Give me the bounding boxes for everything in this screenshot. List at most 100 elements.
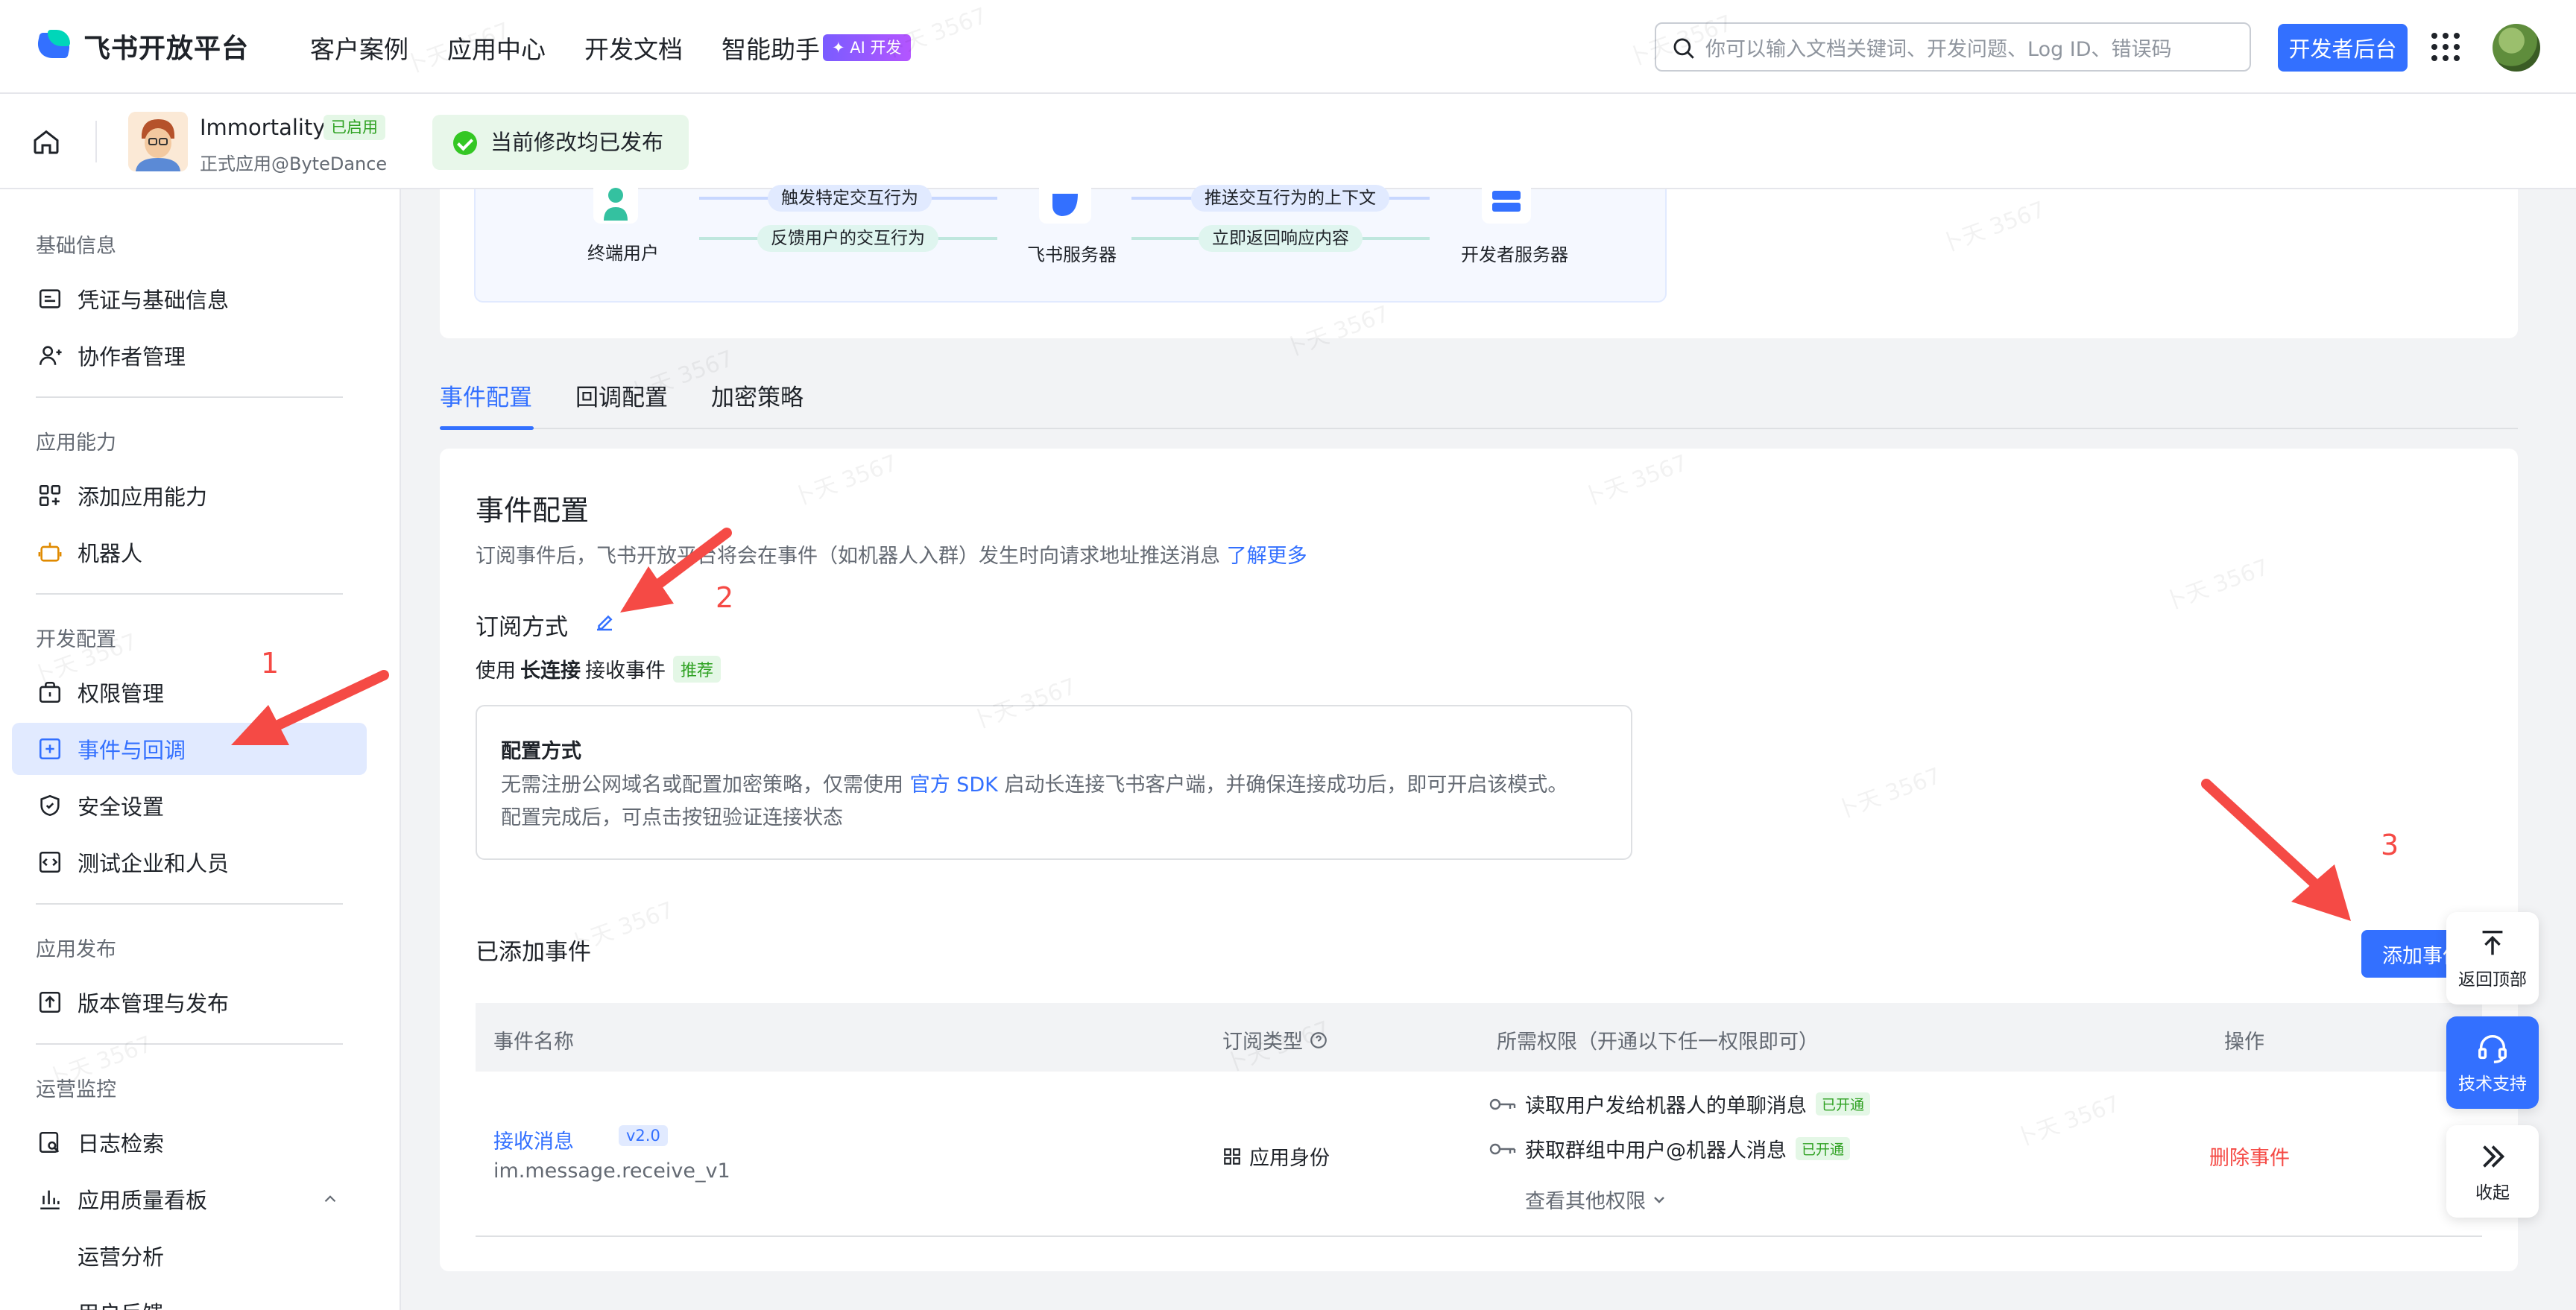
- sidebar-item-log-search[interactable]: 日志检索: [12, 1116, 367, 1168]
- tab-encryption[interactable]: 加密策略: [711, 379, 804, 412]
- logo-text: 飞书开放平台: [83, 34, 250, 64]
- help-icon[interactable]: [1309, 1031, 1328, 1050]
- feishu-open-platform-logo[interactable]: 飞书开放平台: [37, 27, 249, 66]
- nav-dev-docs[interactable]: 开发文档: [584, 30, 683, 66]
- sidebar-item-collaborators[interactable]: 协作者管理: [12, 329, 367, 382]
- sidebar-item-label: 机器人: [78, 541, 143, 566]
- view-more-label: 查看其他权限: [1525, 1190, 1646, 1213]
- interaction-flow-diagram: 触发特定交互行为 反馈用户的交互行为 推送交互行为的上下文 立即返回响应内容 终…: [474, 185, 1667, 303]
- permission-status-badge: 已开通: [1796, 1137, 1851, 1160]
- sidebar-item-label: 测试企业和人员: [78, 851, 230, 876]
- back-to-top-button[interactable]: 返回顶部: [2446, 912, 2539, 1004]
- feishu-server-icon: [1039, 186, 1091, 224]
- robot-icon: [38, 542, 62, 562]
- sidebar-group-basic-info: 基础信息: [36, 235, 116, 258]
- event-config-card: 事件配置 订阅事件后，飞书开放平台将会在事件（如机器人入群）发生时向请求地址推送…: [440, 449, 2518, 1271]
- flow-pill-return: 立即返回响应内容: [1199, 225, 1363, 252]
- tab-callback-config[interactable]: 回调配置: [575, 379, 668, 412]
- divider: [36, 903, 343, 905]
- sidebar-item-user-feedback[interactable]: 用户反馈: [12, 1286, 367, 1310]
- added-events-title: 已添加事件: [476, 939, 591, 966]
- test-icon: [39, 851, 61, 873]
- user-avatar[interactable]: [2493, 24, 2540, 72]
- float-button-label: 技术支持: [2458, 1075, 2527, 1094]
- sidebar-item-security[interactable]: 安全设置: [12, 779, 367, 832]
- key-icon: [1489, 1098, 1516, 1110]
- search-input[interactable]: 你可以输入文档关键词、开发问题、Log ID、错误码: [1655, 22, 2251, 72]
- check-circle-icon: [453, 131, 477, 155]
- key-icon: [1489, 1143, 1516, 1154]
- sidebar-item-permissions[interactable]: 权限管理: [12, 666, 367, 718]
- use-prefix: 使用: [476, 659, 516, 683]
- active-tab-indicator: [440, 426, 534, 430]
- top-navigation: 飞书开放平台 客户案例 应用中心 开发文档 智能助手 ✦ AI 开发 你可以输入…: [0, 0, 2576, 94]
- long-connection-label: 长连接: [520, 659, 581, 683]
- headset-icon: [2478, 1035, 2507, 1063]
- sidebar-item-quality-board[interactable]: 应用质量看板: [12, 1173, 367, 1225]
- sidebar-item-label: 安全设置: [78, 794, 165, 820]
- annotation-number-1: 1: [261, 647, 280, 680]
- view-more-permissions[interactable]: 查看其他权限: [1525, 1185, 1668, 1214]
- feishu-server-label: 飞书服务器: [1027, 244, 1117, 265]
- sidebar-item-events-callbacks[interactable]: 事件与回调: [12, 723, 367, 775]
- tab-event-config[interactable]: 事件配置: [440, 379, 532, 412]
- apps-add-icon: [39, 484, 61, 507]
- version-badge: v2.0: [619, 1125, 668, 1146]
- sidebar-item-label: 权限管理: [78, 681, 165, 706]
- permission-item: 读取用户发给机器人的单聊消息 已开通: [1489, 1089, 1871, 1118]
- collapse-button[interactable]: 收起: [2446, 1125, 2539, 1218]
- sidebar-item-label: 协作者管理: [78, 344, 186, 370]
- flow-pill-push: 推送交互行为的上下文: [1191, 185, 1389, 212]
- sidebar-item-label: 版本管理与发布: [78, 991, 230, 1016]
- config-text-part: 配置完成后，可点击按钮验证连接状态: [501, 806, 843, 829]
- learn-more-link[interactable]: 了解更多: [1227, 545, 1307, 568]
- event-key: im.message.receive_v1: [493, 1159, 730, 1183]
- event-name-link[interactable]: 接收消息: [493, 1125, 574, 1154]
- config-text-part: 启动长连接飞书客户端，并确保连接成功后，即可开启该模式。: [1004, 773, 1568, 797]
- sidebar-item-version-release[interactable]: 版本管理与发布: [12, 976, 367, 1028]
- column-header-sub-type: 订阅类型: [1222, 1025, 1328, 1054]
- subscription-type-label: 应用身份: [1249, 1147, 1330, 1170]
- edit-icon[interactable]: [593, 611, 616, 633]
- sidebar-item-label: 凭证与基础信息: [78, 288, 230, 313]
- official-sdk-link[interactable]: 官方 SDK: [910, 773, 998, 797]
- table-row: 接收消息 v2.0 im.message.receive_v1 应用身份 读取用…: [476, 1072, 2482, 1237]
- description-text: 订阅事件后，飞书开放平台将会在事件（如机器人入群）发生时向请求地址推送消息: [476, 545, 1220, 568]
- sidebar-item-robot[interactable]: 机器人: [12, 526, 367, 578]
- nav-customer-cases[interactable]: 客户案例: [310, 30, 408, 66]
- sidebar-item-test-tenants[interactable]: 测试企业和人员: [12, 836, 367, 888]
- tech-support-button[interactable]: 技术支持: [2446, 1016, 2539, 1109]
- home-icon[interactable]: [31, 127, 61, 156]
- sidebar-item-credentials[interactable]: 凭证与基础信息: [12, 273, 367, 325]
- permission-icon: [39, 681, 61, 703]
- sidebar-group-app-capabilities: 应用能力: [36, 431, 116, 455]
- permission-item: 获取群组中用户@机器人消息 已开通: [1489, 1134, 1851, 1163]
- sidebar-item-add-capability[interactable]: 添加应用能力: [12, 469, 367, 522]
- sidebar-item-ops-analysis[interactable]: 运营分析: [12, 1230, 367, 1282]
- app-avatar-illustration: [128, 112, 188, 171]
- divider: [36, 593, 343, 595]
- developer-console-button[interactable]: 开发者后台: [2278, 24, 2408, 72]
- shield-icon: [40, 794, 60, 817]
- app-identity-icon: [1224, 1148, 1240, 1165]
- nav-app-center[interactable]: 应用中心: [447, 30, 546, 66]
- app-avatar: [128, 112, 188, 171]
- apps-grid-icon[interactable]: [2431, 33, 2460, 61]
- column-header-permissions: 所需权限（开通以下任一权限即可）: [1497, 1031, 1819, 1054]
- end-user-label: 终端用户: [587, 243, 659, 264]
- events-table-header: 事件名称 订阅类型 所需权限（开通以下任一权限即可） 操作: [476, 1003, 2482, 1072]
- sidebar-item-label: 添加应用能力: [78, 484, 208, 510]
- search-icon: [1673, 38, 1694, 59]
- dev-server-icon: [1482, 186, 1531, 224]
- chevron-down-icon: [1654, 1196, 1664, 1203]
- flow-pill-feedback: 反馈用户的交互行为: [757, 225, 938, 252]
- config-tabs: 事件配置 回调配置 加密策略: [440, 365, 2518, 430]
- nav-smart-assistant[interactable]: 智能助手: [722, 30, 820, 66]
- sidebar-item-label: 事件与回调: [78, 738, 186, 763]
- chevron-up-icon[interactable]: [321, 1189, 340, 1209]
- permission-label: 读取用户发给机器人的单聊消息: [1525, 1095, 1807, 1118]
- app-name: Immortality: [200, 115, 326, 140]
- sidebar-item-label: 用户反馈: [78, 1297, 164, 1310]
- delete-event-button[interactable]: 删除事件: [2209, 1142, 2290, 1171]
- subscription-method-title: 订阅方式: [476, 614, 568, 641]
